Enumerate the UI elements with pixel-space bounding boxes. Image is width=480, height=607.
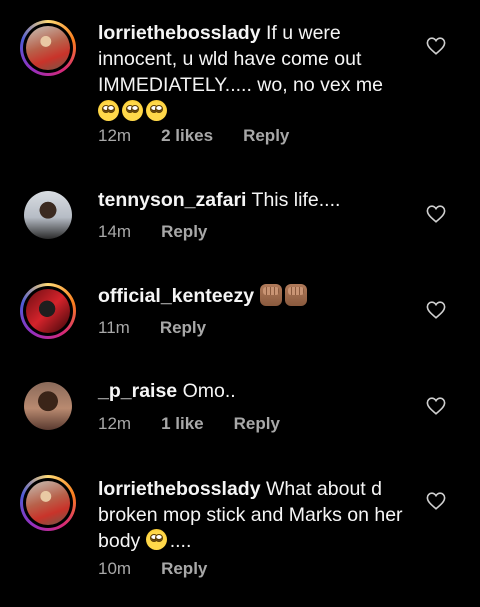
- comment-text: lorriethebosslady If u were innocent, u …: [98, 20, 416, 125]
- comment-username[interactable]: official_kenteezy: [98, 285, 254, 307]
- reply-button[interactable]: Reply: [161, 222, 207, 242]
- comment-meta: 12m 2 likes Reply: [98, 126, 319, 146]
- comment-username[interactable]: lorriethebosslady: [98, 22, 261, 44]
- avatar[interactable]: [20, 187, 76, 243]
- comment-body: This life....: [251, 189, 341, 211]
- comment-body: Omo..: [182, 380, 236, 402]
- likes-count[interactable]: 2 likes: [161, 126, 213, 146]
- avatar[interactable]: [20, 475, 76, 531]
- reply-button[interactable]: Reply: [243, 126, 289, 146]
- comment-text: official_kenteezy: [98, 283, 416, 309]
- comment-meta: 10m Reply: [98, 559, 237, 579]
- heart-outline-icon[interactable]: [426, 301, 446, 319]
- comment-time: 10m: [98, 559, 132, 578]
- comment-text: lorriethebosslady What about d broken mo…: [98, 476, 416, 554]
- heart-outline-icon[interactable]: [426, 397, 446, 415]
- heart-outline-icon[interactable]: [426, 205, 446, 223]
- comment-text: _p_raise Omo..: [98, 378, 416, 404]
- comment-time: 12m: [98, 414, 132, 433]
- comment-meta: 11m Reply: [98, 318, 236, 338]
- face-with-rolling-eyes-icon: [146, 100, 167, 121]
- comment-username[interactable]: tennyson_zafari: [98, 189, 246, 211]
- face-with-rolling-eyes-icon: [98, 100, 119, 121]
- reply-button[interactable]: Reply: [160, 318, 206, 338]
- raised-fist-icon: [259, 284, 282, 306]
- likes-count[interactable]: 1 like: [161, 414, 204, 434]
- emoji-row: [98, 99, 416, 125]
- face-with-rolling-eyes-icon: [145, 529, 167, 550]
- reply-button[interactable]: Reply: [234, 414, 280, 434]
- raised-fist-icon: [284, 284, 307, 306]
- comment-username[interactable]: lorriethebosslady: [98, 478, 261, 500]
- comment-trailing-text: ....: [169, 530, 192, 552]
- comment-time: 14m: [98, 222, 132, 241]
- avatar[interactable]: [20, 378, 76, 434]
- comment-meta: 12m 1 like Reply: [98, 414, 310, 434]
- comment-meta: 14m Reply: [98, 222, 237, 242]
- reply-button[interactable]: Reply: [161, 559, 207, 579]
- face-with-rolling-eyes-icon: [122, 100, 143, 121]
- heart-outline-icon[interactable]: [426, 37, 446, 55]
- comment-time: 11m: [98, 318, 130, 337]
- comment-time: 12m: [98, 126, 132, 145]
- avatar[interactable]: [20, 283, 76, 339]
- avatar[interactable]: [20, 20, 76, 76]
- comment-username[interactable]: _p_raise: [98, 380, 177, 402]
- comment-text: tennyson_zafari This life....: [98, 187, 416, 213]
- heart-outline-icon[interactable]: [426, 492, 446, 510]
